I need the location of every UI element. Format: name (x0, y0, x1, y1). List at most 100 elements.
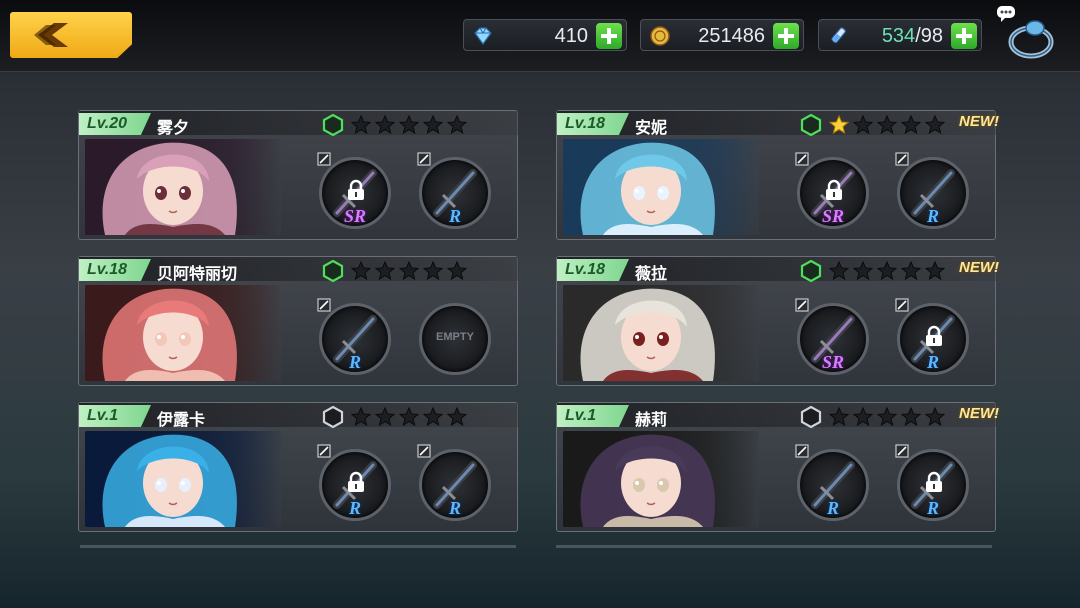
back-button[interactable] (10, 12, 132, 58)
rank-hexagon-icon (322, 260, 344, 282)
rarity-label: R (926, 206, 939, 226)
star-empty-icon (901, 115, 921, 135)
star-empty-icon (877, 115, 897, 135)
divider (80, 545, 516, 548)
vial-icon (831, 27, 846, 44)
star-empty-icon (423, 115, 443, 135)
rank-hexagon-icon (800, 406, 822, 428)
add-gold-button[interactable] (773, 23, 799, 49)
divider (556, 545, 992, 548)
character-card[interactable]: Lv.18 贝阿特丽切 R EMPTY (78, 256, 519, 386)
lock-icon (926, 325, 942, 346)
weapon-slot[interactable]: R (315, 297, 395, 377)
character-portrait (563, 285, 759, 381)
star-empty-icon (423, 261, 443, 281)
character-name: 贝阿特丽切 (157, 264, 238, 283)
weapon-slot[interactable]: R (893, 443, 973, 523)
rarity-label: R (448, 206, 461, 226)
weapon-slot[interactable]: R (893, 151, 973, 231)
portrait-art (563, 139, 759, 235)
level-badge: Lv.18 (557, 259, 629, 281)
level-badge: Lv.18 (79, 259, 151, 281)
star-empty-icon (877, 261, 897, 281)
weapon-slot[interactable]: SR (793, 151, 873, 231)
portrait-art (563, 285, 759, 381)
portrait-art (85, 285, 281, 381)
character-card[interactable]: Lv.18 薇拉 NEW! SR R (556, 256, 999, 386)
character-card[interactable]: Lv.20 雾夕 SR R (78, 110, 519, 240)
new-badge: NEW! (959, 405, 999, 422)
star-empty-icon (351, 261, 371, 281)
star-empty-icon (375, 115, 395, 135)
stamina-value: 534/98 (881, 25, 943, 47)
star-rating (829, 407, 945, 427)
rarity-label: R (348, 352, 361, 372)
chat-ring-icon[interactable] (995, 4, 1057, 62)
star-rating (351, 407, 467, 427)
weapon-slot[interactable]: R (415, 151, 495, 231)
weapon-slot[interactable]: R (315, 443, 395, 523)
top-bar: 410 251486 534/98 (0, 0, 1080, 72)
star-empty-icon (853, 115, 873, 135)
gold-counter: 251486 (640, 19, 804, 51)
star-empty-icon (925, 115, 945, 135)
lock-icon (926, 471, 942, 492)
portrait-art (563, 431, 759, 527)
weapon-slot[interactable]: R (415, 443, 495, 523)
character-portrait (85, 139, 281, 235)
lock-icon (348, 179, 364, 200)
rank-hexagon-icon (322, 406, 344, 428)
level-badge: Lv.1 (79, 405, 151, 427)
star-rating (351, 115, 467, 135)
star-empty-icon (853, 407, 873, 427)
character-card[interactable]: Lv.1 赫莉 NEW! R R (556, 402, 999, 532)
new-badge: NEW! (959, 113, 999, 130)
star-rating (829, 261, 945, 281)
portrait-art (85, 431, 281, 527)
weapon-slot[interactable]: SR (315, 151, 395, 231)
weapon-slot[interactable]: R (893, 297, 973, 377)
character-name: 雾夕 (157, 118, 190, 137)
star-empty-icon (351, 407, 371, 427)
portrait-art (85, 139, 281, 235)
rarity-label: SR (821, 206, 845, 226)
add-stamina-button[interactable] (951, 23, 977, 49)
character-card[interactable]: Lv.1 伊露卡 R R (78, 402, 519, 532)
weapon-slot[interactable]: EMPTY (415, 297, 495, 377)
character-portrait (563, 139, 759, 235)
add-gems-button[interactable] (596, 23, 622, 49)
star-empty-icon (925, 407, 945, 427)
gems-counter: 410 (463, 19, 627, 51)
empty-slot-label: EMPTY (436, 331, 474, 343)
star-empty-icon (447, 115, 467, 135)
rarity-label: R (348, 498, 361, 518)
weapon-slot[interactable]: R (793, 443, 873, 523)
rank-hexagon-icon (322, 114, 344, 136)
star-empty-icon (901, 407, 921, 427)
character-name: 伊露卡 (157, 410, 206, 429)
coin-icon (650, 26, 670, 46)
star-empty-icon (375, 407, 395, 427)
star-empty-icon (901, 261, 921, 281)
star-empty-icon (829, 407, 849, 427)
rarity-label: R (926, 352, 939, 372)
character-name: 安妮 (635, 118, 668, 137)
stamina-counter: 534/98 (818, 19, 982, 51)
star-filled-icon (829, 115, 849, 135)
level-badge: Lv.1 (557, 405, 629, 427)
star-empty-icon (877, 407, 897, 427)
character-card[interactable]: Lv.18 安妮 NEW! SR R (556, 110, 999, 240)
star-empty-icon (925, 261, 945, 281)
level-badge: Lv.18 (557, 113, 629, 135)
star-empty-icon (399, 115, 419, 135)
rarity-label: SR (343, 206, 367, 226)
gold-value: 251486 (698, 25, 765, 47)
lock-icon (348, 471, 364, 492)
character-portrait (85, 431, 281, 527)
character-name: 薇拉 (635, 264, 668, 283)
star-empty-icon (375, 261, 395, 281)
rarity-label: SR (821, 352, 845, 372)
new-badge: NEW! (959, 259, 999, 276)
star-empty-icon (399, 407, 419, 427)
weapon-slot[interactable]: SR (793, 297, 873, 377)
